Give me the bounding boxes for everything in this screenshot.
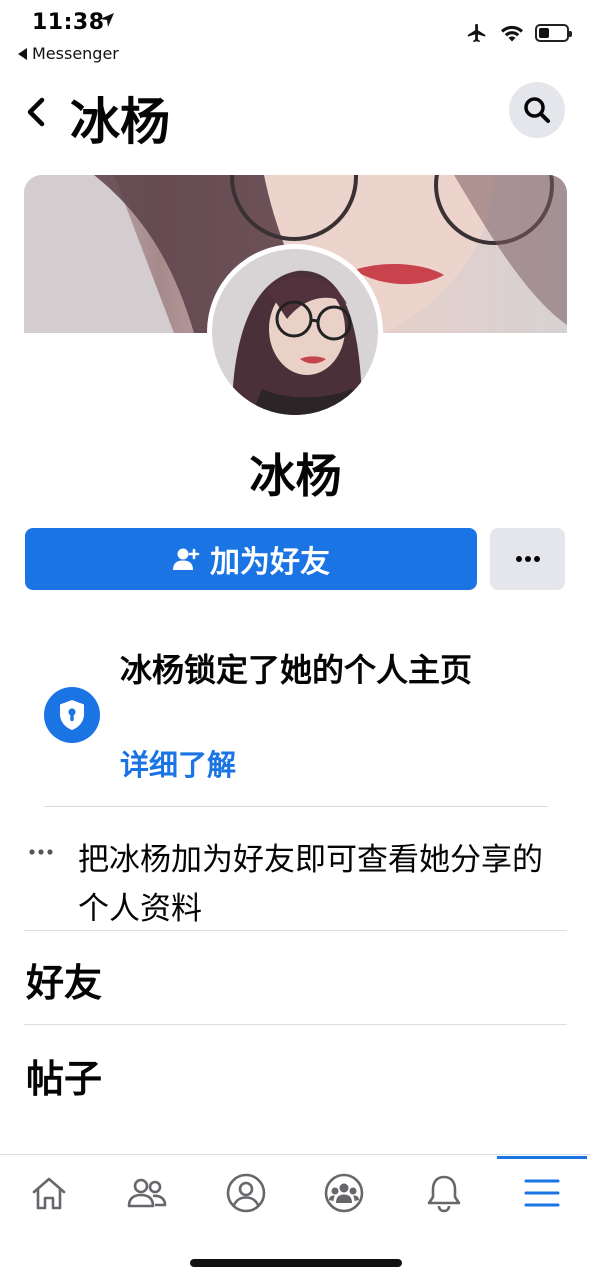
chevron-left-icon[interactable] bbox=[22, 92, 52, 132]
friend-to-see-info-text: 把冰杨加为好友即可查看她分享的个人资料 bbox=[78, 842, 543, 927]
search-button[interactable] bbox=[509, 82, 565, 138]
menu-icon bbox=[524, 1179, 560, 1207]
active-tab-indicator bbox=[497, 1156, 587, 1159]
location-arrow-icon bbox=[100, 13, 114, 27]
home-icon bbox=[32, 1177, 66, 1210]
search-icon bbox=[524, 97, 550, 123]
airplane-icon bbox=[467, 23, 486, 43]
tab-home[interactable] bbox=[22, 1169, 76, 1217]
tab-friends[interactable] bbox=[120, 1169, 174, 1217]
divider bbox=[44, 806, 548, 807]
friends-icon bbox=[127, 1178, 167, 1208]
tab-profile[interactable] bbox=[219, 1169, 273, 1217]
divider bbox=[24, 1024, 567, 1025]
back-triangle-icon bbox=[18, 47, 27, 60]
friends-section-heading[interactable]: 好友 bbox=[26, 952, 102, 1007]
add-user-icon bbox=[173, 548, 200, 570]
profile-name: 冰杨 bbox=[249, 449, 342, 503]
back-app-label: Messenger bbox=[32, 44, 119, 63]
info-dots-icon bbox=[29, 849, 53, 855]
avatar[interactable] bbox=[207, 244, 383, 420]
battery-icon bbox=[535, 24, 572, 42]
add-friend-button[interactable]: 加为好友 bbox=[25, 528, 477, 590]
more-dots-icon bbox=[515, 556, 540, 562]
shield-lock-icon bbox=[44, 687, 100, 743]
learn-more-link[interactable]: 详细了解 bbox=[120, 742, 236, 784]
status-time: 11:38 bbox=[32, 10, 105, 35]
tab-notifications[interactable] bbox=[417, 1169, 471, 1217]
wifi-icon bbox=[501, 25, 523, 42]
add-friend-label: 加为好友 bbox=[210, 545, 330, 580]
divider bbox=[24, 930, 567, 931]
profile-icon bbox=[226, 1173, 266, 1213]
page-title: 冰杨 bbox=[70, 93, 170, 151]
tab-groups[interactable] bbox=[317, 1169, 371, 1217]
back-to-messenger[interactable]: Messenger bbox=[18, 44, 119, 63]
bell-icon bbox=[427, 1175, 461, 1213]
more-button[interactable] bbox=[490, 528, 565, 590]
tab-menu[interactable] bbox=[515, 1169, 569, 1217]
posts-section-heading[interactable]: 帖子 bbox=[26, 1048, 102, 1103]
groups-icon bbox=[324, 1173, 364, 1213]
status-icons bbox=[465, 22, 572, 44]
home-indicator bbox=[190, 1259, 402, 1267]
lock-notice-title: 冰杨锁定了她的个人主页 bbox=[120, 651, 473, 689]
